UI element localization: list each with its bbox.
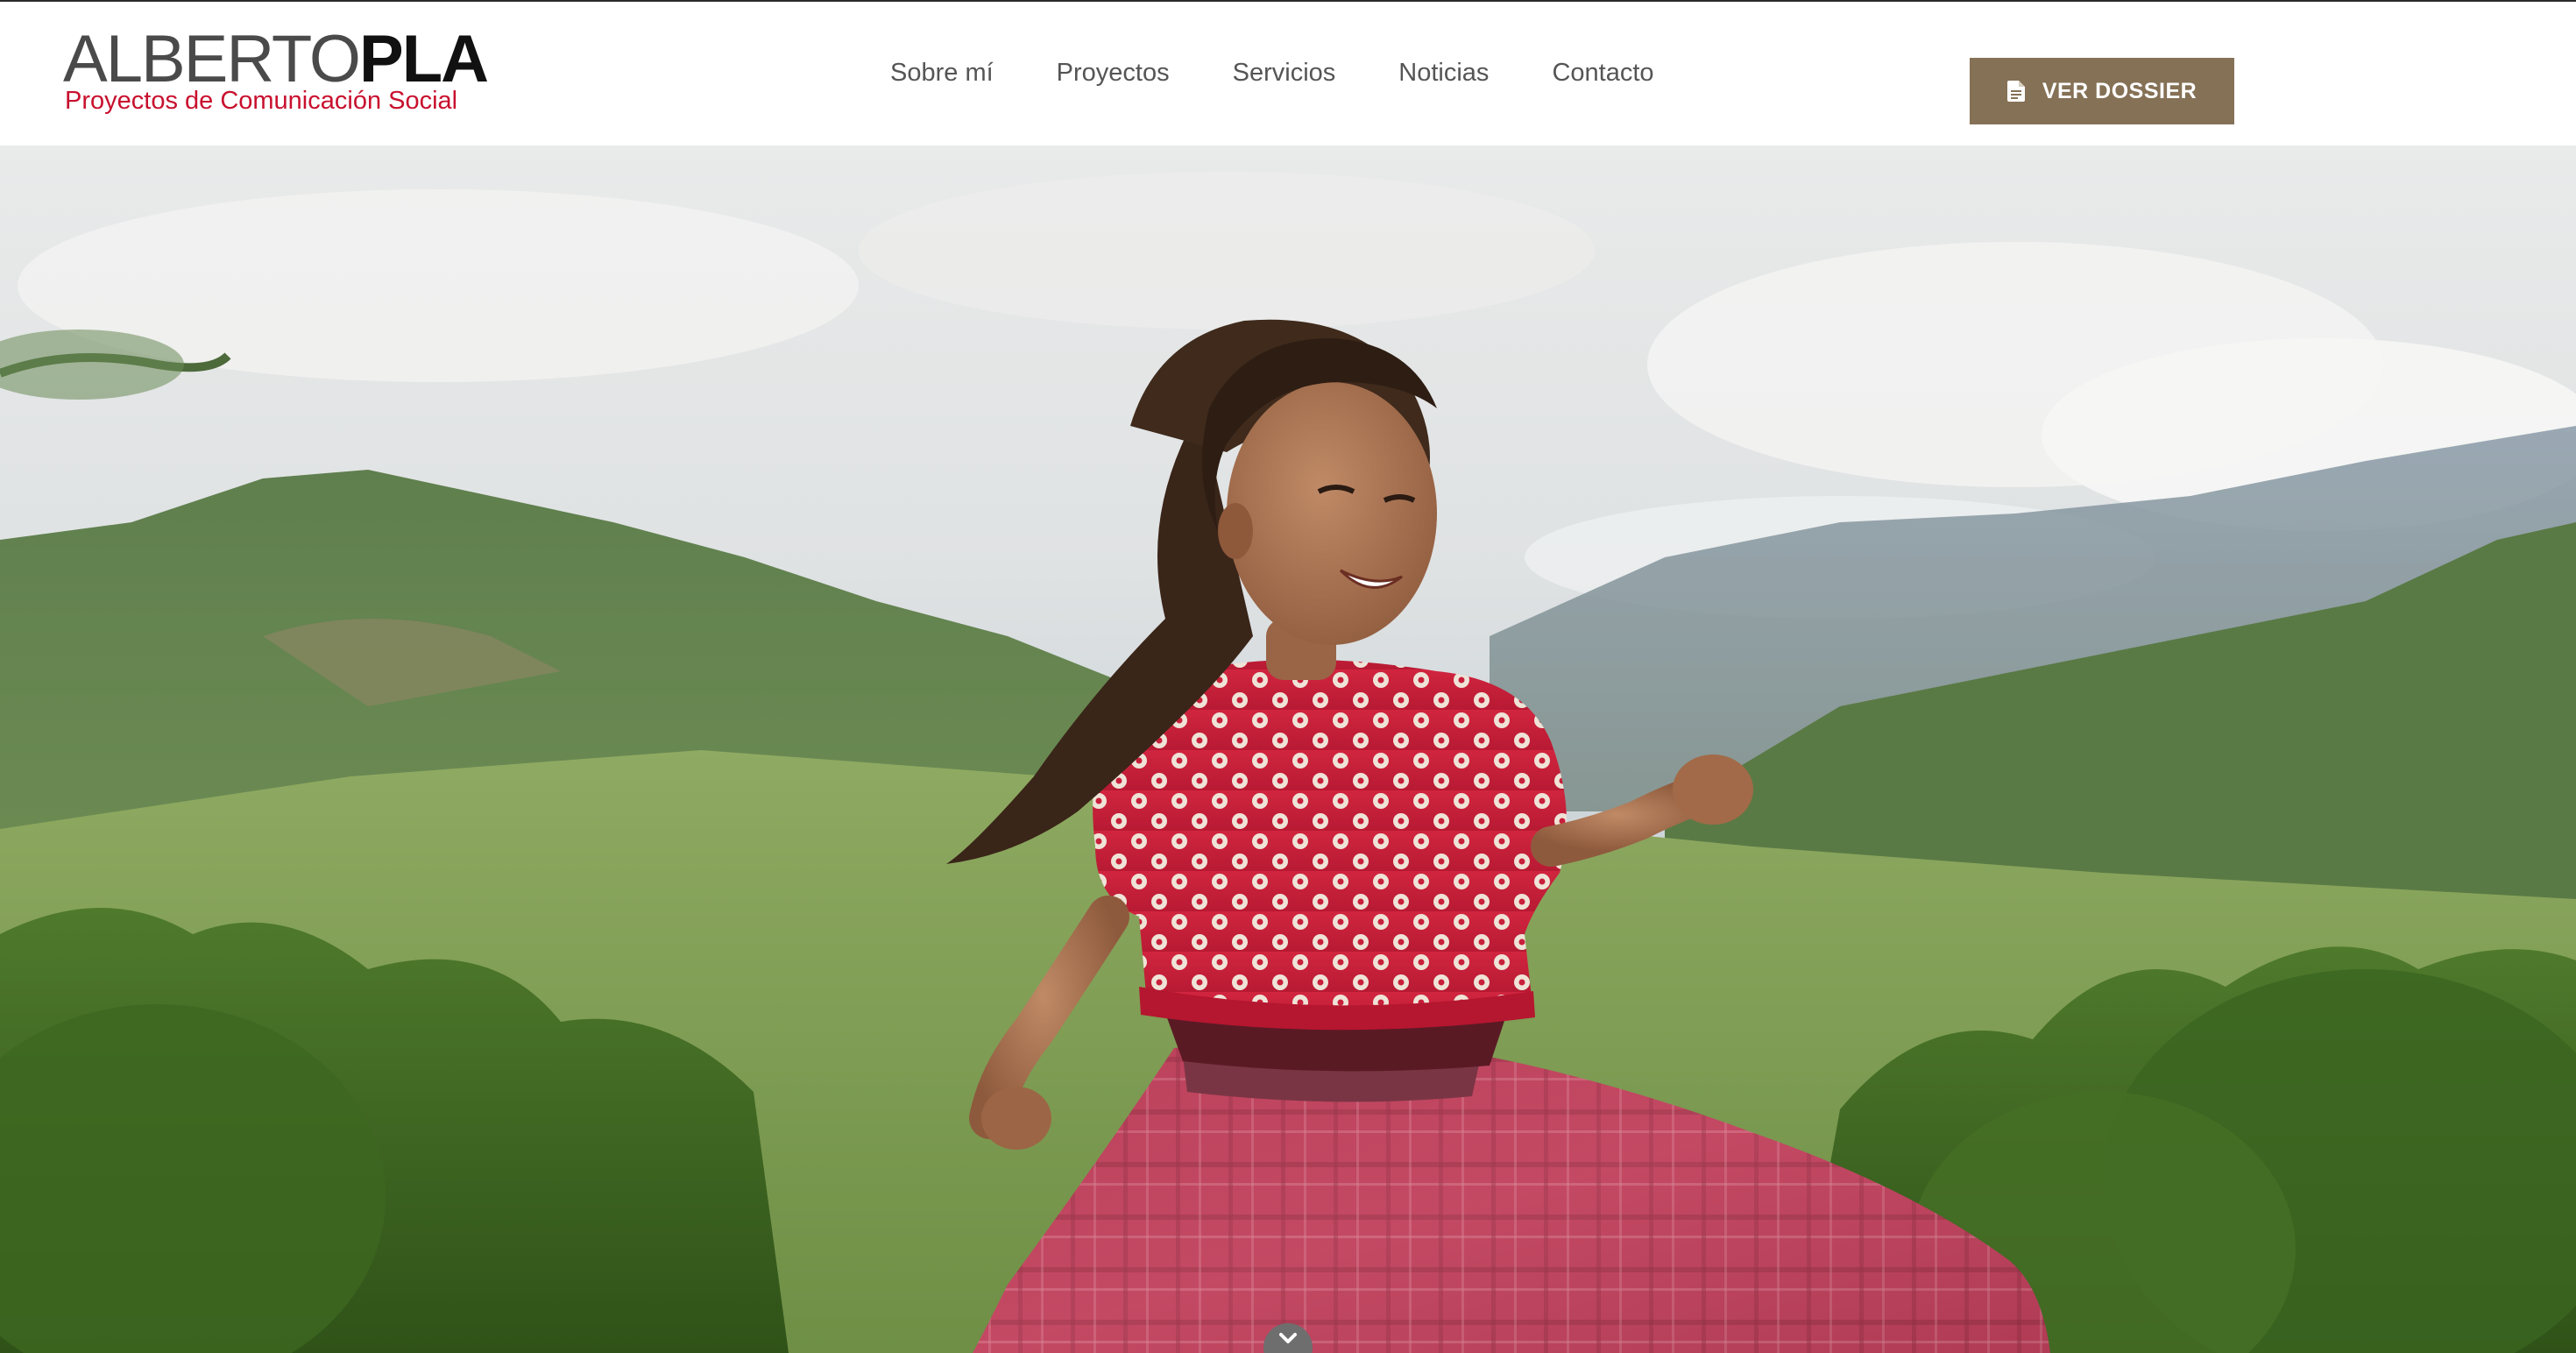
nav-item-sobre-mi[interactable]: Sobre mí <box>890 51 994 95</box>
page: ALBERTOPLA Proyectos de Comunicación Soc… <box>0 0 2576 1353</box>
logo-tagline: Proyectos de Comunicación Social <box>65 87 458 115</box>
chevron-down-icon <box>1278 1332 1298 1344</box>
site-logo[interactable]: ALBERTOPLA Proyectos de Comunicación Soc… <box>63 23 519 119</box>
nav-item-contacto[interactable]: Contacto <box>1552 51 1653 95</box>
site-header: ALBERTOPLA Proyectos de Comunicación Soc… <box>0 2 2576 145</box>
nav-item-proyectos[interactable]: Proyectos <box>1057 51 1170 95</box>
nav-item-servicios[interactable]: Servicios <box>1233 51 1336 95</box>
main-nav: Sobre mí Proyectos Servicios Noticias Co… <box>890 51 1654 95</box>
ver-dossier-label: VER DOSSIER <box>2042 78 2197 103</box>
ver-dossier-button[interactable]: VER DOSSIER <box>1970 58 2234 124</box>
nav-item-noticias[interactable]: Noticias <box>1398 51 1489 95</box>
hero-image <box>0 145 2576 1353</box>
document-icon <box>2006 81 2025 102</box>
